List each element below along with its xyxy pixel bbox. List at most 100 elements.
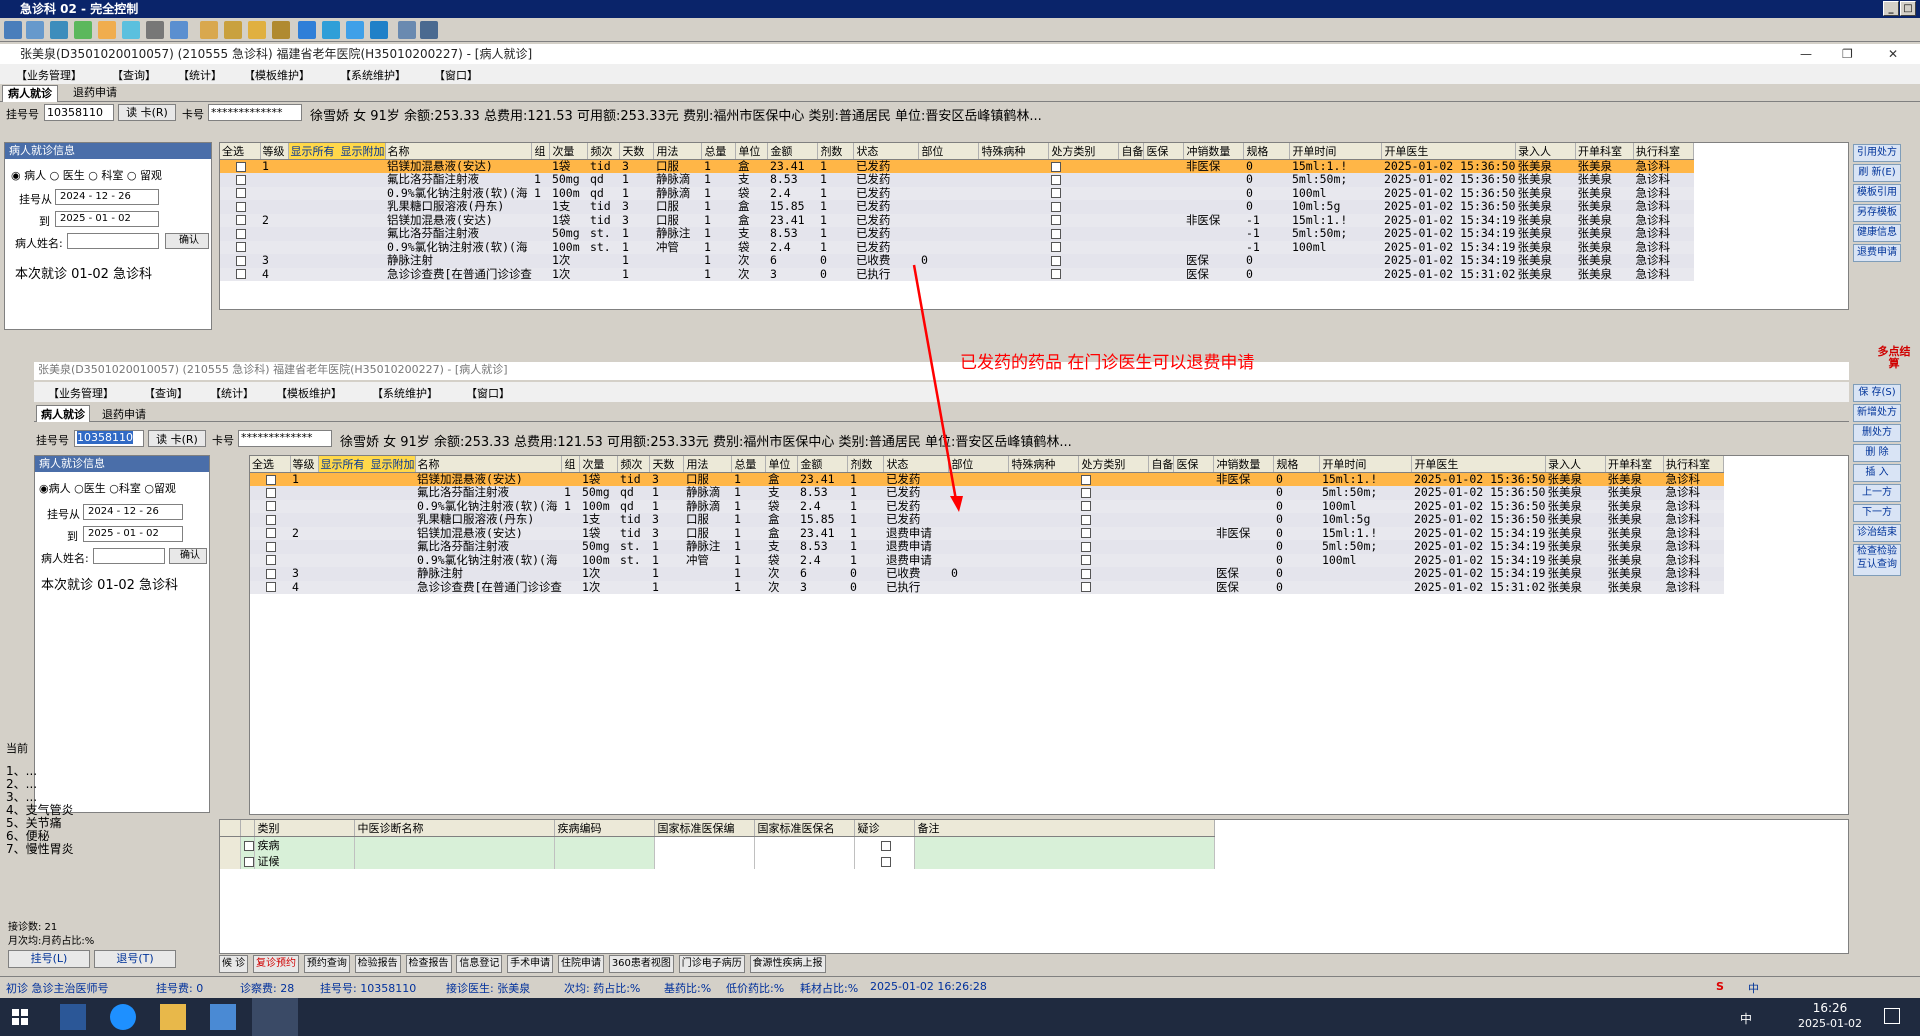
btn-followup[interactable]: 复诊预约 xyxy=(253,955,300,973)
diag-remark[interactable] xyxy=(914,836,1215,853)
grid-col-header[interactable]: 开单时间 xyxy=(1289,143,1383,160)
order-row[interactable]: 2 铝镁加混悬液(安达) 1袋 tid 3 口服 1 盒 23.41 1 退费申请 非医保 0 15ml:… xyxy=(250,526,1724,540)
menu2-system[interactable]: 【系统维护】 xyxy=(372,385,438,401)
self-prepared-checkbox[interactable] xyxy=(1048,200,1119,214)
tab2-patient-visit[interactable]: 病人就诊 xyxy=(36,405,90,422)
grid-col-header[interactable]: 显示所有 显示附加 xyxy=(288,143,386,160)
side-btn-new-rx[interactable]: 新增处方 xyxy=(1853,404,1901,422)
row-checkbox[interactable] xyxy=(250,499,290,513)
grid-col-header[interactable]: 开单时间 xyxy=(1319,456,1413,473)
btn-admission[interactable]: 住院申请 xyxy=(557,955,604,973)
grid-col-header[interactable]: 冲销数量 xyxy=(1183,143,1245,160)
confirm-button-2[interactable]: 确认 xyxy=(169,548,207,564)
unregister-button[interactable]: 退号(T) xyxy=(94,950,176,968)
diag-checkbox[interactable] xyxy=(240,853,255,869)
toolbar-icon[interactable] xyxy=(346,21,364,39)
grid-col-header[interactable]: 金额 xyxy=(767,143,819,160)
order-row[interactable]: 2 铝镁加混悬液(安达) 1袋 tid 3 口服 1 盒 23.41 1 已发药 非医保 -1 15ml:… xyxy=(220,213,1694,227)
btn-waiting[interactable]: 候 诊 xyxy=(219,955,249,973)
toolbar-icon[interactable] xyxy=(50,21,68,39)
grid-col-header[interactable]: 录入人 xyxy=(1545,456,1606,473)
toolbar-icon[interactable] xyxy=(298,21,316,39)
toolbar-icon[interactable] xyxy=(272,21,290,39)
side-btn-cite[interactable]: 引用处方 xyxy=(1853,144,1901,162)
patient-name-field[interactable] xyxy=(67,233,159,249)
reg-no-field-2[interactable]: 10358110 xyxy=(74,430,144,447)
row-checkbox[interactable] xyxy=(250,513,290,527)
windows-start-icon[interactable] xyxy=(12,1009,28,1025)
toolbar-icon[interactable] xyxy=(200,21,218,39)
row-checkbox[interactable] xyxy=(220,173,260,187)
order-row[interactable]: 氟比洛芬酯注射液 50mg st. 1 静脉注 1 支 8.53 1 退费申请 0 5ml:50m; 2… xyxy=(250,540,1724,554)
grid-col-header[interactable]: 剂数 xyxy=(817,143,855,160)
visit-tree-item-2[interactable]: 本次就诊 01-02 急诊科 xyxy=(41,574,178,593)
radio-observe[interactable]: ○ xyxy=(127,169,140,182)
read-card-button-2[interactable]: 读 卡(R) xyxy=(148,430,206,447)
grid-col-header[interactable]: 录入人 xyxy=(1515,143,1576,160)
grid-col-header[interactable]: 等级 xyxy=(260,143,289,160)
self-prepared-checkbox[interactable] xyxy=(1078,499,1149,513)
row-checkbox[interactable] xyxy=(220,200,260,214)
grid-col-header[interactable]: 开单医生 xyxy=(1411,456,1546,473)
diag-remark[interactable] xyxy=(914,853,1215,869)
date-from-field-2[interactable]: 2024 - 12 - 26 xyxy=(83,504,183,520)
minimize-icon[interactable]: _ xyxy=(1883,1,1899,16)
toolbar-icon[interactable] xyxy=(322,21,340,39)
menu2-template[interactable]: 【模板维护】 xyxy=(276,385,342,401)
grid-col-header[interactable]: 医保 xyxy=(1143,143,1185,160)
reg-no-field[interactable]: 10358110 xyxy=(44,104,114,121)
toolbar-icon[interactable] xyxy=(98,21,116,39)
file-explorer-icon[interactable] xyxy=(160,1004,186,1030)
grid-col-header[interactable]: 频次 xyxy=(587,143,621,160)
grid-col-header[interactable]: 规格 xyxy=(1273,456,1321,473)
grid-col-header[interactable]: 显示所有 显示附加 xyxy=(318,456,416,473)
menu-system[interactable]: 【系统维护】 xyxy=(340,67,406,83)
grid-col-header[interactable]: 组 xyxy=(531,143,551,160)
date-to-field-2[interactable]: 2025 - 01 - 02 xyxy=(83,526,183,542)
menu2-window[interactable]: 【窗口】 xyxy=(466,385,510,401)
show-extra-toggle[interactable]: 显示附加 xyxy=(341,145,385,158)
read-card-button[interactable]: 读 卡(R) xyxy=(118,104,176,121)
radio-doctor[interactable]: ○ xyxy=(50,169,63,182)
side-btn-delete[interactable]: 删 除 xyxy=(1853,444,1901,462)
toolbar-icon[interactable] xyxy=(4,21,22,39)
toolbar-icon[interactable] xyxy=(170,21,188,39)
row-checkbox[interactable] xyxy=(220,267,260,281)
self-prepared-checkbox[interactable] xyxy=(1078,580,1149,594)
order-row[interactable]: 3 静脉注射 1次 1 1 次 6 0 已收费 0 医保 0 2025-01-02 15:34:19 张美… xyxy=(250,567,1724,581)
card-no-field-2[interactable]: ************* xyxy=(238,430,332,447)
row-checkbox[interactable] xyxy=(250,553,290,567)
self-prepared-checkbox[interactable] xyxy=(1078,472,1149,486)
toolbar-icon[interactable] xyxy=(420,21,438,39)
self-prepared-checkbox[interactable] xyxy=(1048,213,1119,227)
side-btn-del-rx[interactable]: 删处方 xyxy=(1853,424,1901,442)
toolbar-icon[interactable] xyxy=(370,21,388,39)
side-btn-finish[interactable]: 诊治结束 xyxy=(1853,524,1901,542)
diag-name[interactable] xyxy=(354,853,555,869)
grid-col-header[interactable]: 剂数 xyxy=(847,456,885,473)
grid-col-header[interactable]: 冲销数量 xyxy=(1213,456,1275,473)
row-checkbox[interactable] xyxy=(220,159,260,173)
grid-col-header[interactable]: 金额 xyxy=(797,456,849,473)
grid-col-header[interactable]: 天数 xyxy=(649,456,685,473)
grid-col-header[interactable]: 等级 xyxy=(290,456,319,473)
order-row[interactable]: 乳果糖口服溶液(丹东) 1支 tid 3 口服 1 盒 15.85 1 已发药 0 10ml:5g 20… xyxy=(220,200,1694,214)
self-prepared-checkbox[interactable] xyxy=(1048,227,1119,241)
grid-col-header[interactable]: 部位 xyxy=(918,143,980,160)
grid-col-header[interactable]: 规格 xyxy=(1243,143,1291,160)
btn-surgery[interactable]: 手术申请 xyxy=(507,955,554,973)
grid-col-header[interactable]: 名称 xyxy=(415,456,563,473)
radio-dept[interactable]: ○ xyxy=(88,169,101,182)
menu2-query[interactable]: 【查询】 xyxy=(144,385,188,401)
menu2-business[interactable]: 【业务管理】 xyxy=(48,385,114,401)
grid-col-header[interactable]: 全选 xyxy=(220,143,261,160)
toolbar-icon[interactable] xyxy=(248,21,266,39)
row-checkbox[interactable] xyxy=(220,213,260,227)
grid-col-header[interactable]: 自备 xyxy=(1118,143,1145,160)
diag-type[interactable]: 证候 xyxy=(254,853,355,869)
order-row[interactable]: 0.9%氯化钠注射液(软)(海 100m st. 1 冲管 1 袋 2.4 1 已发药 -1 100m… xyxy=(220,240,1694,254)
menu-query[interactable]: 【查询】 xyxy=(112,67,156,83)
suspect-checkbox[interactable] xyxy=(854,836,915,853)
radio2-patient[interactable]: ◉ xyxy=(39,482,49,495)
self-prepared-checkbox[interactable] xyxy=(1078,553,1149,567)
